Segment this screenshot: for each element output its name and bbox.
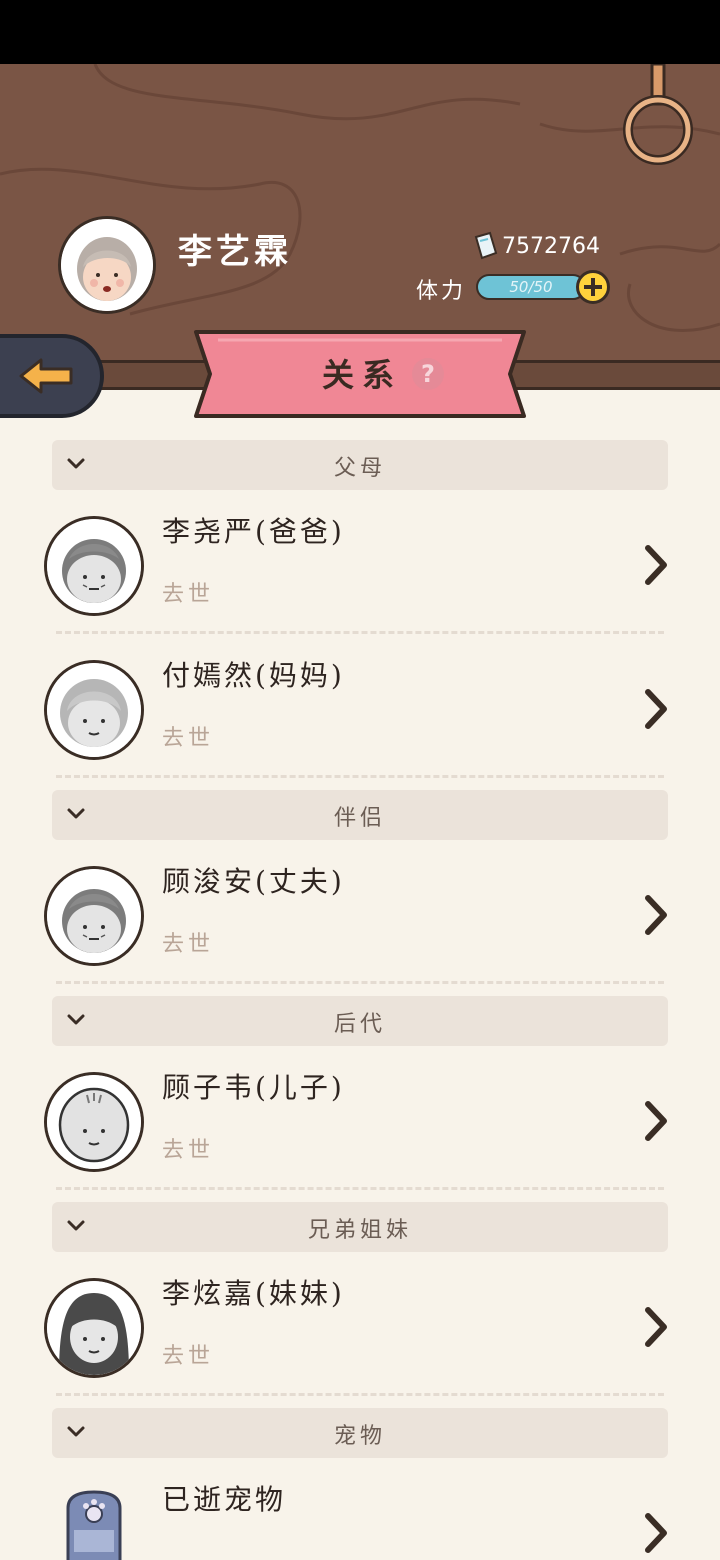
section-label: 宠物	[333, 1424, 386, 1449]
relation-row[interactable]: 顾子韦(儿子) 去世	[0, 1054, 720, 1190]
section-label: 后代	[333, 1012, 386, 1037]
chevron-right-icon[interactable]	[642, 1100, 670, 1142]
chevron-right-icon[interactable]	[642, 1306, 670, 1348]
section-label: 父母	[333, 456, 386, 481]
relation-name: 顾子韦(儿子)	[162, 1071, 345, 1104]
relation-status: 去世	[162, 1344, 215, 1369]
stamina-value: 50/50	[509, 278, 553, 296]
status-bar	[0, 0, 720, 64]
section-header[interactable]: 伴侣	[52, 790, 668, 840]
hanging-ring-icon[interactable]	[622, 64, 694, 168]
back-arrow-icon	[19, 358, 73, 394]
relation-name: 已逝宠物	[162, 1483, 287, 1516]
section-label: 伴侣	[333, 806, 386, 831]
row-divider	[56, 1393, 664, 1396]
relation-name: 李炫嘉(妹妹)	[162, 1277, 345, 1310]
stamina-label: 体力	[416, 279, 467, 304]
old-man-face-icon	[44, 866, 144, 966]
relation-name: 李尧严(爸爸)	[162, 515, 345, 548]
player-avatar[interactable]	[58, 216, 156, 314]
row-divider	[56, 1187, 664, 1190]
chevron-right-icon[interactable]	[642, 894, 670, 936]
relation-row[interactable]: 李尧严(爸爸) 去世	[0, 498, 720, 634]
relation-status: 去世	[162, 1138, 215, 1163]
player-name: 李艺霖	[178, 232, 292, 272]
bald-man-face-icon	[44, 1072, 144, 1172]
row-divider	[56, 981, 664, 984]
relation-status: 去世	[162, 932, 215, 957]
relation-row[interactable]: 付嫣然(妈妈) 去世	[0, 642, 720, 778]
stamina-bar: 50/50	[476, 274, 586, 300]
row-divider	[56, 775, 664, 778]
relation-row[interactable]: 顾浚安(丈夫) 去世	[0, 848, 720, 984]
relation-status: 去世	[162, 582, 215, 607]
relation-status: 去世	[162, 726, 215, 751]
help-icon[interactable]: ?	[412, 358, 444, 390]
old-man-face-icon	[44, 516, 144, 616]
relation-name: 付嫣然(妈妈)	[162, 659, 345, 692]
relation-name: 顾浚安(丈夫)	[162, 865, 345, 898]
section-header[interactable]: 宠物	[52, 1408, 668, 1458]
relation-row[interactable]: 已逝宠物	[0, 1466, 720, 1560]
old-woman-face-icon	[61, 219, 153, 311]
chevron-right-icon[interactable]	[642, 544, 670, 586]
pet-tombstone-icon	[44, 1484, 144, 1560]
money-amount: 7572764	[502, 233, 600, 259]
section-header[interactable]: 父母	[52, 440, 668, 490]
plus-icon	[584, 278, 602, 296]
chevron-right-icon[interactable]	[642, 1512, 670, 1554]
money-display: 7572764	[472, 230, 600, 262]
woman-face-icon	[44, 1278, 144, 1378]
old-woman-face-icon	[44, 660, 144, 760]
row-divider	[56, 631, 664, 634]
section-header[interactable]: 后代	[52, 996, 668, 1046]
page-title: 关系	[322, 356, 403, 394]
relation-row[interactable]: 李炫嘉(妹妹) 去世	[0, 1260, 720, 1396]
add-stamina-button[interactable]	[576, 270, 610, 304]
back-button[interactable]	[0, 334, 104, 418]
banknote-icon	[474, 231, 498, 260]
section-header[interactable]: 兄弟姐妹	[52, 1202, 668, 1252]
chevron-right-icon[interactable]	[642, 688, 670, 730]
section-label: 兄弟姐妹	[307, 1218, 412, 1243]
